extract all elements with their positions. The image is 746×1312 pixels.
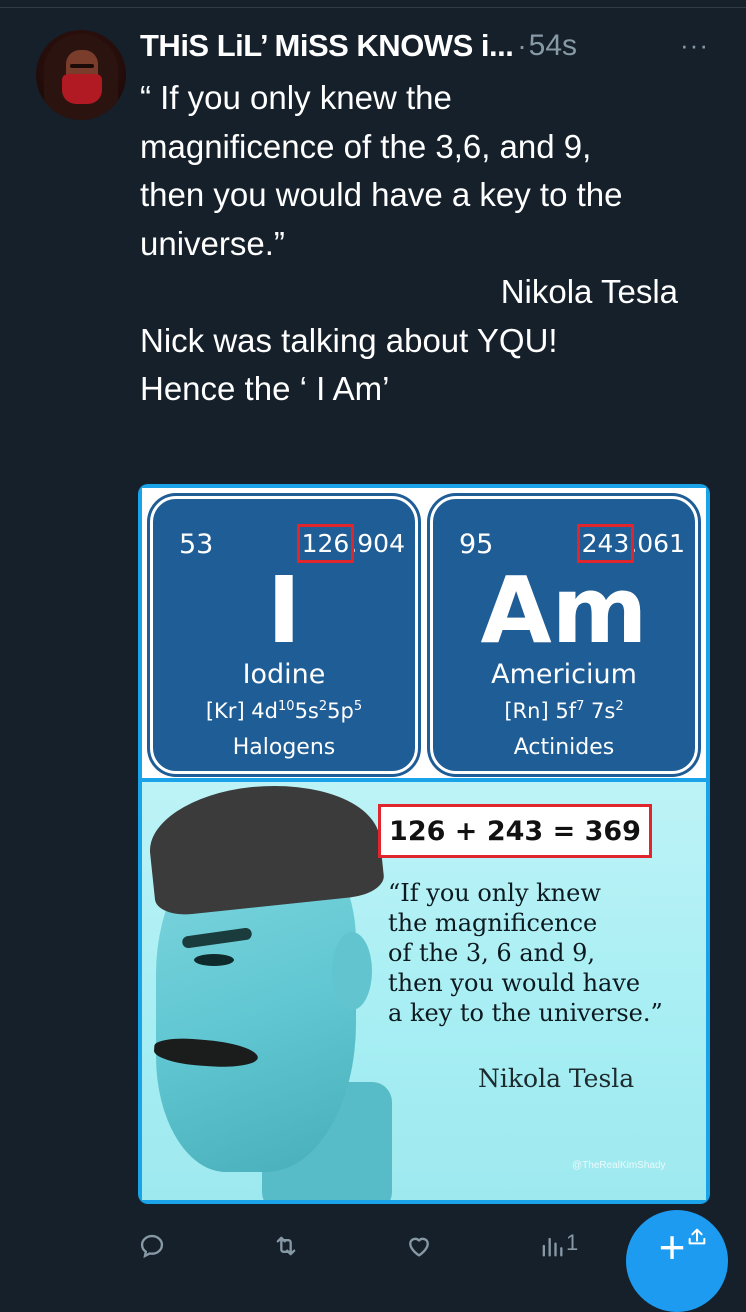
tweet-image[interactable]: 53 126.904 I Iodine [Kr] 4d105s25p5 Halo… [138, 484, 710, 1204]
portrait-eye [194, 954, 234, 966]
element-group: Halogens [232, 735, 336, 760]
element-group: Actinides [513, 735, 615, 760]
share-icon [688, 1228, 706, 1245]
periodic-table-row: 53 126.904 I Iodine [Kr] 4d105s25p5 Halo… [142, 488, 706, 778]
avatar[interactable] [36, 30, 126, 120]
views-icon [542, 1237, 563, 1257]
element-cell-iodine: 53 126.904 I Iodine [Kr] 4d105s25p5 Halo… [150, 496, 418, 774]
retweet-icon [276, 1236, 296, 1256]
element-name: Americium [491, 659, 637, 690]
equation-box: 126 + 243 = 369 [378, 804, 652, 858]
top-divider [0, 0, 746, 8]
compose-plus-icon: + [658, 1221, 686, 1273]
avatar-mask [62, 74, 102, 104]
separator-dot: · [517, 30, 527, 61]
compose-button[interactable]: + [626, 1210, 728, 1312]
watermark: @TheRealKimShady [572, 1160, 666, 1171]
portrait-hair [144, 782, 386, 918]
tweet-header: THiS LiL’ MiSS KNOWS i... · 54s [140, 24, 577, 68]
tweet-text-line: Hence the ‘ I Am’ [140, 370, 390, 407]
reply-icon [140, 1234, 164, 1259]
atomic-mass: 126.904 [296, 524, 405, 563]
electron-config: [Kr] 4d105s25p5 [205, 699, 363, 723]
reply-button[interactable] [138, 1226, 178, 1266]
quote-line: a key to the universe.” [388, 999, 663, 1027]
atomic-mass: 243.061 [576, 524, 685, 563]
mass-highlight: 126 [296, 524, 355, 563]
electron-config: [Rn] 5f7 7s2 [504, 699, 624, 723]
tweet-text-line: then you would have a key to the [140, 176, 623, 213]
portrait-ear [332, 932, 372, 1010]
element-cell-americium: 95 243.061 Am Americium [Rn] 5f7 7s2 Act… [430, 496, 698, 774]
views-count: 1 [566, 1230, 579, 1255]
timestamp[interactable]: 54s [529, 29, 577, 63]
atomic-number: 95 [459, 529, 494, 560]
tesla-portrait-panel: 126 + 243 = 369 “If you only knew the ma… [142, 782, 706, 1200]
tweet-text: “ If you only knew the magnificence of t… [140, 74, 700, 414]
heart-icon [409, 1237, 429, 1257]
display-name[interactable]: THiS LiL’ MiSS KNOWS i... [140, 28, 514, 64]
more-options-icon[interactable]: ··· [680, 30, 709, 61]
mass-fraction: .904 [349, 529, 405, 558]
element-symbol: Am [480, 557, 648, 664]
quote-line: “If you only knew [388, 879, 601, 907]
atomic-number: 53 [179, 529, 214, 560]
mass-highlight: 243 [576, 524, 635, 563]
quote-text: “If you only knew the magnificence of th… [388, 878, 688, 1028]
element-symbol: I [266, 557, 302, 664]
element-name: Iodine [242, 659, 326, 690]
quote-line: then you would have [388, 969, 641, 997]
tweet-text-line: “ If you only knew the [140, 79, 452, 116]
tweet-text-line: Nick was talking about YQU! [140, 321, 558, 359]
quote-line: of the 3, 6 and 9, [388, 939, 595, 967]
tweet-text-line: universe.” [140, 224, 285, 262]
tweet-text-line: magnificence of the 3,6, and 9, [140, 127, 592, 165]
quote-line: the magnificence [388, 909, 598, 937]
mass-fraction: .061 [629, 529, 685, 558]
tweet-attribution: Nikola Tesla [500, 273, 678, 310]
avatar-eyes [70, 64, 94, 68]
signature: Nikola Tesla [478, 1064, 635, 1093]
like-button[interactable] [405, 1226, 445, 1266]
retweet-button[interactable] [272, 1226, 312, 1266]
